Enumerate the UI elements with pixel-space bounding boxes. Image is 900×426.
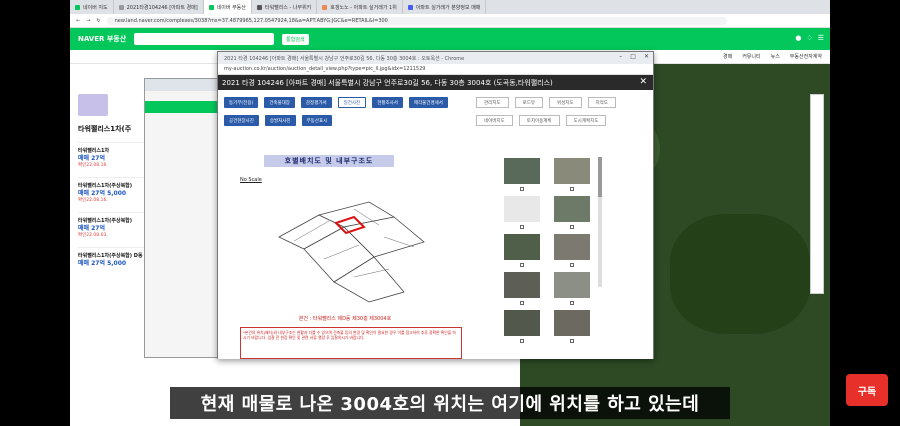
doc-button-row: 공건현장사진 승발처사진 부동산표시 (224, 115, 333, 126)
photo-thumbnail[interactable] (504, 158, 540, 184)
photo-checkbox[interactable] (520, 263, 524, 267)
building-plan-drawing (278, 201, 425, 303)
photo-checkbox[interactable] (570, 263, 574, 267)
maximize-icon[interactable]: □ (630, 53, 636, 60)
doc-button[interactable]: 부동산표시 (301, 115, 333, 126)
screen: 네이버 지도 2021타경104246 [아파트 경매] 네이버 부동산 타워팰… (70, 0, 830, 426)
photo-scrollbar[interactable] (598, 157, 602, 287)
map-button[interactable]: 관리지도 (476, 97, 509, 108)
favicon-icon (256, 4, 262, 10)
map-forest-area (670, 214, 810, 334)
browser-tab[interactable]: 타워팰리스 - 나무위키 (252, 0, 318, 14)
close-window-icon[interactable]: ✕ (644, 53, 649, 60)
reload-icon[interactable]: ↻ (96, 18, 100, 24)
nav-news[interactable]: 뉴스 (771, 53, 780, 60)
popup-address-bar[interactable]: my-auction.co.kr/auction/auction_detail_… (218, 64, 653, 75)
map-button-row: 네이버지도 토지이용계획 도시계획지도 (476, 115, 607, 126)
no-scale-label: No Scale (240, 177, 262, 183)
auction-detail: 2021 타경 104246 [아파트 경매] 서울특별시 강남구 언주로30길… (218, 75, 653, 359)
photo-checkbox[interactable] (570, 187, 574, 191)
plan-note: *본건의 위치(배치)와 내부구조는 현황과 다를 수 있으며 건축물 등의 변… (240, 327, 462, 359)
map-button[interactable]: 도시계획지도 (565, 115, 607, 126)
naver-header: NAVER 부동산 통합검색 ● ♢ ☰ (70, 28, 830, 50)
window-controls: – □ ✕ (619, 53, 649, 60)
favicon-icon (75, 4, 80, 10)
map-button[interactable]: 지적도 (587, 97, 616, 108)
doc-button[interactable]: 공건현장사진 (224, 115, 259, 126)
nav-auction[interactable]: 경매 (723, 53, 732, 60)
subscribe-logo[interactable]: 구독 (846, 374, 888, 406)
header-icons: ● ♢ ☰ (795, 34, 824, 42)
minimize-icon[interactable]: – (619, 53, 622, 60)
photo-thumbnail[interactable] (504, 272, 540, 298)
photo-thumbnail[interactable] (504, 310, 540, 336)
right-nav: 경매 커뮤니티 뉴스 부동산전자계약 (723, 53, 822, 60)
browser-tab[interactable]: 네이버 지도 (70, 0, 114, 14)
auction-popup-window[interactable]: 2021 타경 104246 [아파트 경매] 서울특별시 강남구 언주로30길… (217, 51, 654, 359)
favicon-icon (322, 4, 328, 10)
browser-tab[interactable]: 아파트 실거래가 분양정보 매매 (403, 0, 487, 14)
floor-plan-image: 호별배치도 및 내부구조도 No Scale 본건: 타워팰리스 제D동 제3… (224, 147, 478, 359)
menu-icon[interactable]: ☰ (818, 34, 824, 42)
close-icon[interactable]: ✕ (639, 77, 647, 87)
favicon-icon (118, 4, 124, 10)
doc-button[interactable]: 감정평가서 (300, 97, 332, 108)
bell-icon[interactable]: ♢ (806, 34, 812, 42)
photo-checkbox[interactable] (520, 225, 524, 229)
map-button[interactable]: 로드뷰 (514, 97, 543, 108)
doc-button[interactable]: 건축물대장 (264, 97, 295, 108)
browser-tab-active[interactable]: 네이버 부동산 (203, 0, 252, 14)
doc-button[interactable]: 매각물건명세서 (408, 97, 448, 108)
video-subtitle: 현재 매물로 나온 3004호의 위치는 여기에 위치를 하고 있는데 (170, 387, 730, 419)
map-button[interactable]: 네이버지도 (476, 115, 513, 126)
search-button[interactable]: 통합검색 (282, 33, 309, 45)
photo-thumbnail[interactable] (554, 234, 590, 260)
favicon-icon (407, 4, 413, 10)
plan-caption: 본건 : 타워팰리스 제D동 제30층 제3004호 (298, 316, 392, 322)
doc-button[interactable]: 승발처사진 (264, 115, 296, 126)
user-icon[interactable]: ● (795, 34, 801, 42)
favicon-icon (208, 4, 214, 10)
photo-checkbox[interactable] (520, 339, 524, 343)
map-button-row: 관리지도 로드뷰 위성지도 지적도 (476, 97, 616, 108)
forward-icon[interactable]: → (86, 18, 90, 24)
popup-window-title: 2021 타경 104246 [아파트 경매] 서울특별시 강남구 언주로30길… (218, 52, 653, 64)
nav-community[interactable]: 커뮤니티 (742, 53, 760, 60)
doc-button-row: 등기부(전용) 건축물대장 감정평가서 일건사진 현황조사서 매각물건명세서 (224, 97, 448, 108)
nav-contract[interactable]: 부동산전자계약 (790, 53, 822, 60)
auction-header: 2021 타경 104246 [아파트 경매] 서울특별시 강남구 언주로30길… (218, 75, 653, 90)
photo-thumbnail[interactable] (554, 158, 590, 184)
naver-logo[interactable]: NAVER 부동산 (78, 34, 126, 44)
photo-checkbox[interactable] (520, 187, 524, 191)
auction-title: 2021 타경 104246 [아파트 경매] 서울특별시 강남구 언주로30길… (222, 78, 553, 87)
doc-button[interactable]: 현황조사서 (372, 97, 403, 108)
doc-button[interactable]: 등기부(전용) (224, 97, 259, 108)
browser-tabbar: 네이버 지도 2021타경104246 [아파트 경매] 네이버 부동산 타워팰… (70, 0, 830, 14)
address-bar: ← → ↻ new.land.naver.com/complexes/3038?… (70, 14, 830, 28)
photo-thumbnail[interactable] (554, 310, 590, 336)
back-icon[interactable]: ← (76, 18, 80, 24)
photo-checkbox[interactable] (570, 339, 574, 343)
map-button[interactable]: 위성지도 (548, 97, 582, 108)
window-title-text: 2021 타경 104246 [아파트 경매] 서울특별시 강남구 언주로30길… (224, 55, 465, 62)
photo-thumbnail[interactable] (504, 234, 540, 260)
photo-thumbnail[interactable] (504, 196, 540, 222)
scrollbar-thumb[interactable] (598, 157, 602, 197)
photo-checkbox[interactable] (520, 301, 524, 305)
photo-checkbox[interactable] (570, 225, 574, 229)
map-button[interactable]: 토지이용계획 (518, 115, 560, 126)
search-input[interactable] (134, 33, 275, 45)
banner-image (78, 94, 108, 116)
map-toolbar[interactable] (810, 94, 824, 294)
photo-thumbnail[interactable] (554, 272, 590, 298)
photo-thumbnail[interactable] (554, 196, 590, 222)
plan-title: 호별배치도 및 내부구조도 (264, 155, 394, 167)
browser-tab[interactable]: 호갱노노 - 아파트 실거래가 1위 (317, 0, 403, 14)
popup-url: my-auction.co.kr/auction/auction_detail_… (224, 66, 426, 72)
photo-checkbox[interactable] (570, 301, 574, 305)
doc-button-selected[interactable]: 일건사진 (337, 97, 367, 108)
browser-tab[interactable]: 2021타경104246 [아파트 경매] (114, 0, 204, 14)
url-input[interactable]: new.land.naver.com/complexes/3038?ms=37.… (106, 16, 727, 25)
